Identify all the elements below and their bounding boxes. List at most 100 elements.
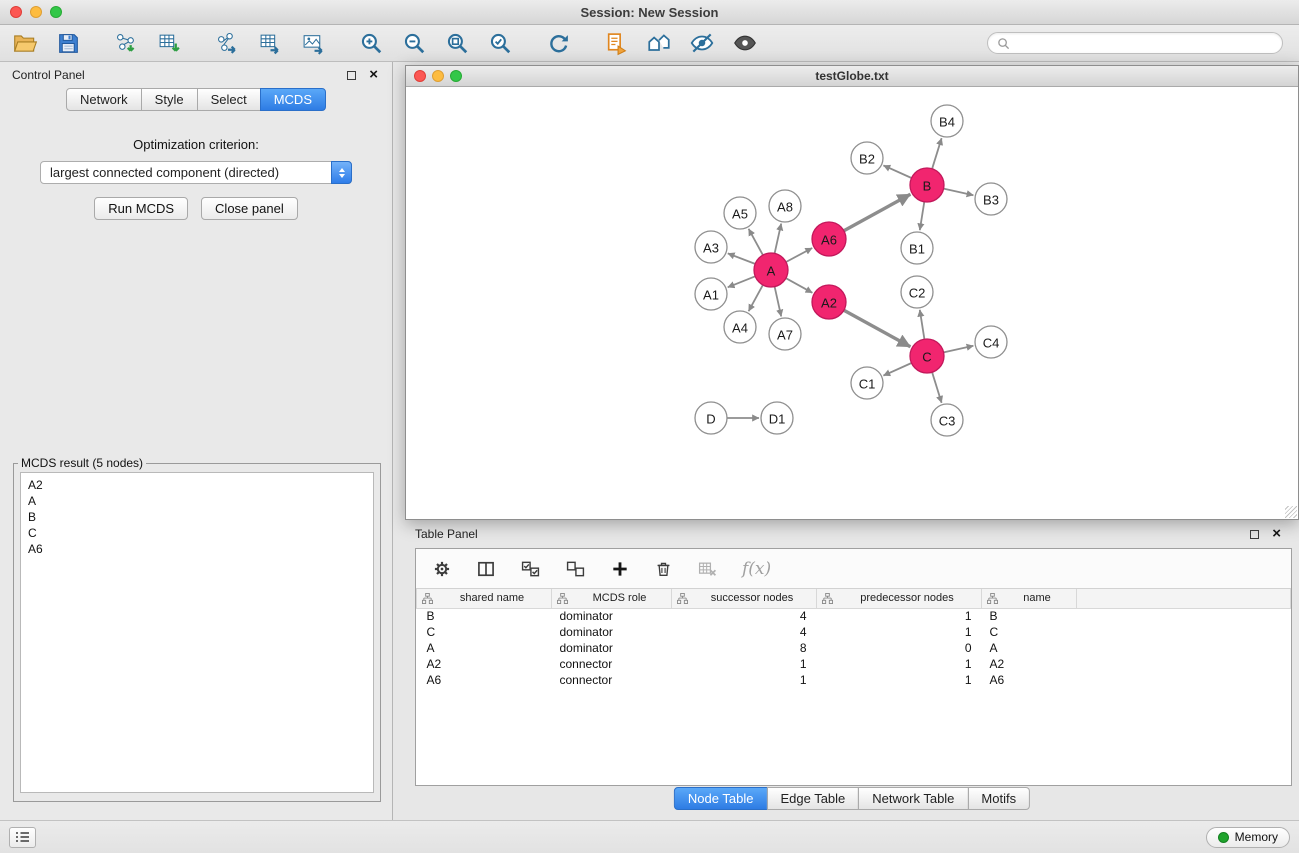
cell-successor-nodes[interactable]: 4 — [672, 624, 817, 640]
edge-C-C3[interactable] — [932, 372, 942, 403]
export-table-button[interactable] — [255, 28, 285, 58]
edge-A-A1[interactable] — [728, 276, 756, 287]
close-panel-icon[interactable]: × — [369, 70, 378, 80]
memory-button[interactable]: Memory — [1206, 827, 1290, 848]
table-settings-button[interactable] — [432, 559, 452, 579]
zoom-selected-button[interactable] — [485, 28, 515, 58]
show-columns-button[interactable] — [476, 559, 496, 579]
column-header-name[interactable]: name — [982, 589, 1077, 608]
birds-eye-view-button[interactable] — [730, 28, 760, 58]
column-header-predecessor-nodes[interactable]: predecessor nodes — [817, 589, 982, 608]
network-graph-svg[interactable]: AA1A2A3A4A5A6A7A8BB1B2B3B4CC1C2C3C4DD1 — [406, 87, 1298, 519]
zoom-out-button[interactable] — [399, 28, 429, 58]
cell-successor-nodes[interactable]: 8 — [672, 640, 817, 656]
node-A4[interactable]: A4 — [724, 311, 756, 343]
zoom-in-button[interactable] — [356, 28, 386, 58]
refresh-button[interactable] — [543, 28, 573, 58]
cell-name[interactable]: A — [982, 640, 1077, 656]
edge-A-A6[interactable] — [786, 248, 812, 262]
cell-shared-name[interactable]: A6 — [417, 672, 552, 688]
first-neighbors-button[interactable] — [601, 28, 631, 58]
cell-shared-name[interactable]: A2 — [417, 656, 552, 672]
node-A1[interactable]: A1 — [695, 278, 727, 310]
select-all-button[interactable] — [520, 559, 541, 579]
edge-A-A5[interactable] — [749, 229, 763, 255]
export-image-button[interactable] — [298, 28, 328, 58]
optimization-dropdown[interactable]: largest connected component (directed) — [40, 161, 352, 184]
node-B3[interactable]: B3 — [975, 183, 1007, 215]
node-C2[interactable]: C2 — [901, 276, 933, 308]
node-A6[interactable]: A6 — [812, 222, 846, 256]
float-panel-icon[interactable] — [347, 71, 356, 80]
cell-name[interactable]: B — [982, 608, 1077, 624]
node-B4[interactable]: B4 — [931, 105, 963, 137]
table-row[interactable]: Bdominator41B — [417, 608, 1291, 624]
zoom-window-button[interactable] — [50, 6, 62, 18]
cell-mcds-role[interactable]: dominator — [552, 624, 672, 640]
mcds-result-item[interactable]: B — [28, 509, 366, 525]
tab-select[interactable]: Select — [197, 88, 261, 111]
node-D1[interactable]: D1 — [761, 402, 793, 434]
edge-C-C4[interactable] — [944, 346, 974, 353]
node-A3[interactable]: A3 — [695, 231, 727, 263]
float-table-panel-icon[interactable] — [1250, 530, 1259, 539]
mcds-result-item[interactable]: C — [28, 525, 366, 541]
mcds-result-item[interactable]: A2 — [28, 477, 366, 493]
table-row[interactable]: A6connector11A6 — [417, 672, 1291, 688]
resize-grip[interactable] — [1285, 506, 1297, 518]
zoom-fit-button[interactable] — [442, 28, 472, 58]
show-panels-button[interactable] — [9, 827, 36, 848]
home-button[interactable] — [644, 28, 674, 58]
node-B1[interactable]: B1 — [901, 232, 933, 264]
run-mcds-button[interactable]: Run MCDS — [94, 197, 188, 220]
edge-A-A8[interactable] — [775, 224, 782, 254]
node-A7[interactable]: A7 — [769, 318, 801, 350]
tab-network[interactable]: Network — [66, 88, 142, 111]
edge-C-C1[interactable] — [883, 363, 911, 376]
node-A2[interactable]: A2 — [812, 285, 846, 319]
table-row[interactable]: Cdominator41C — [417, 624, 1291, 640]
delete-column-button[interactable] — [654, 559, 673, 579]
network-canvas[interactable]: AA1A2A3A4A5A6A7A8BB1B2B3B4CC1C2C3C4DD1 — [406, 87, 1298, 519]
table-tab-network-table[interactable]: Network Table — [858, 787, 968, 810]
table-tab-node-table[interactable]: Node Table — [674, 787, 768, 810]
delete-table-button[interactable] — [697, 559, 718, 579]
cell-predecessor-nodes[interactable]: 1 — [817, 672, 982, 688]
node-A5[interactable]: A5 — [724, 197, 756, 229]
import-table-button[interactable] — [154, 28, 184, 58]
cell-name[interactable]: C — [982, 624, 1077, 640]
table-row[interactable]: Adominator80A — [417, 640, 1291, 656]
edge-B-B2[interactable] — [883, 165, 911, 178]
cell-shared-name[interactable]: C — [417, 624, 552, 640]
edge-A2-C[interactable] — [844, 310, 911, 347]
cell-shared-name[interactable]: B — [417, 608, 552, 624]
cell-mcds-role[interactable]: dominator — [552, 640, 672, 656]
column-header-mcds-role[interactable]: MCDS role — [552, 589, 672, 608]
table-row[interactable]: A2connector11A2 — [417, 656, 1291, 672]
edge-C-C2[interactable] — [920, 310, 925, 339]
table-tab-motifs[interactable]: Motifs — [967, 787, 1030, 810]
cell-shared-name[interactable]: A — [417, 640, 552, 656]
cell-successor-nodes[interactable]: 1 — [672, 656, 817, 672]
network-minimize-button[interactable] — [432, 70, 444, 82]
cell-successor-nodes[interactable]: 1 — [672, 672, 817, 688]
node-B[interactable]: B — [910, 168, 944, 202]
table-tab-edge-table[interactable]: Edge Table — [766, 787, 859, 810]
node-C[interactable]: C — [910, 339, 944, 373]
cell-mcds-role[interactable]: connector — [552, 672, 672, 688]
column-header-successor-nodes[interactable]: successor nodes — [672, 589, 817, 608]
tab-style[interactable]: Style — [141, 88, 198, 111]
search-box[interactable] — [987, 32, 1283, 54]
cell-predecessor-nodes[interactable]: 1 — [817, 624, 982, 640]
cell-mcds-role[interactable]: connector — [552, 656, 672, 672]
edge-A6-B[interactable] — [844, 194, 911, 231]
cell-name[interactable]: A6 — [982, 672, 1077, 688]
close-window-button[interactable] — [10, 6, 22, 18]
open-file-button[interactable] — [10, 28, 40, 58]
edge-A-A2[interactable] — [786, 278, 813, 293]
network-close-button[interactable] — [414, 70, 426, 82]
edge-A-A7[interactable] — [775, 287, 782, 317]
minimize-window-button[interactable] — [30, 6, 42, 18]
cell-predecessor-nodes[interactable]: 1 — [817, 608, 982, 624]
node-C3[interactable]: C3 — [931, 404, 963, 436]
